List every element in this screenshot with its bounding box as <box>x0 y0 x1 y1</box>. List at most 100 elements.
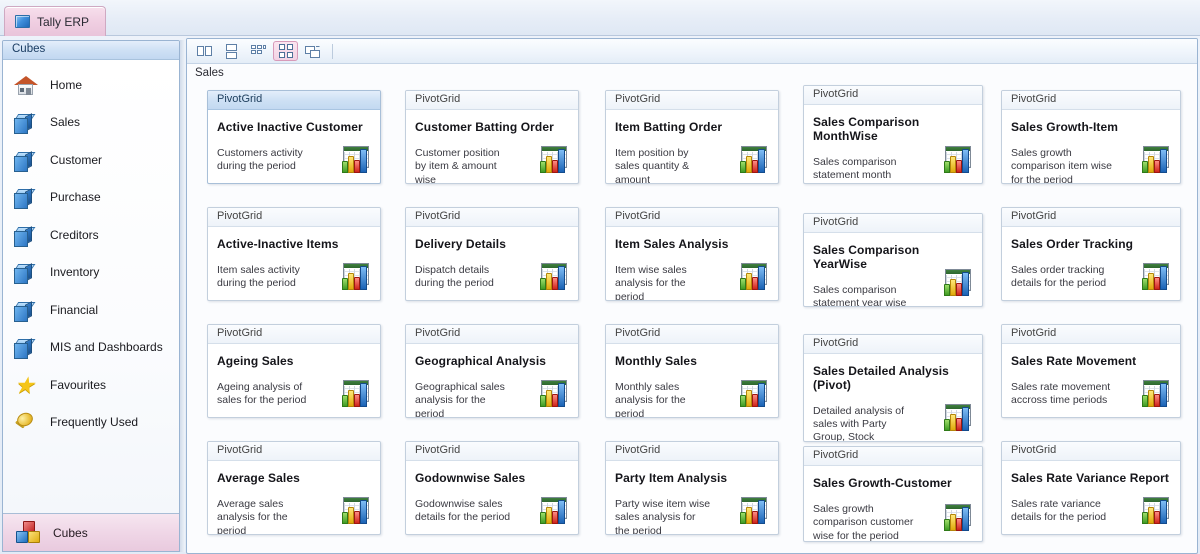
card-description: Sales growth comparison item wise for th… <box>1011 146 1112 184</box>
sidebar-item-customer[interactable]: Customer <box>3 141 179 179</box>
nav-pane-splitter[interactable] <box>180 40 185 552</box>
house-icon <box>13 72 39 98</box>
card-description: Item sales activity during the period <box>217 263 300 290</box>
pivot-chart-thumbnail-icon <box>1140 380 1170 408</box>
report-card[interactable]: PivotGrid Delivery Details Dispatch detail… <box>405 207 579 301</box>
card-description: Monthly sales analysis for the period <box>615 380 686 418</box>
card-body: Sales Growth-Customer Sales growth compar… <box>804 466 982 541</box>
card-title: Sales Growth-Item <box>1011 120 1119 134</box>
report-card[interactable]: PivotGrid Sales Rate Variance Report Sales… <box>1001 441 1181 535</box>
title-bar: Tally ERP <box>0 0 1200 36</box>
card-header: PivotGrid <box>406 208 578 227</box>
report-card[interactable]: PivotGrid Party Item Analysis Party wise i… <box>605 441 779 535</box>
card-body: Customer Batting Order Customer position … <box>406 110 578 183</box>
pivot-chart-thumbnail-icon <box>738 497 768 525</box>
report-card[interactable]: PivotGrid Ageing Sales Ageing analysis of … <box>207 324 381 418</box>
star-icon: ★ <box>14 371 35 398</box>
card-title: Sales Rate Movement <box>1011 354 1137 368</box>
report-card[interactable]: PivotGrid Godownwise Sales Godownwise sale… <box>405 441 579 535</box>
report-card[interactable]: PivotGrid Average Sales Average sales anal… <box>207 441 381 535</box>
card-title: Geographical Analysis <box>415 354 547 368</box>
pivot-chart-thumbnail-icon <box>942 504 972 532</box>
card-description: Item position by sales quantity & amount <box>615 146 690 184</box>
report-card[interactable]: PivotGrid Sales Detailed Analysis (Pivot)… <box>803 334 983 442</box>
card-body: Average Sales Average sales analysis for … <box>208 461 380 534</box>
card-body: Sales Growth-Item Sales growth comparison… <box>1002 110 1180 183</box>
report-card[interactable]: PivotGrid Sales Comparison YearWise Sales … <box>803 213 983 307</box>
card-header: PivotGrid <box>804 335 982 354</box>
card-grid: PivotGrid Active Inactive Customer Custome… <box>187 84 1197 546</box>
two-row-layout-icon[interactable] <box>219 41 244 61</box>
card-header: PivotGrid <box>1002 325 1180 344</box>
pivot-chart-thumbnail-icon <box>538 497 568 525</box>
report-card[interactable]: PivotGrid Sales Rate Movement Sales rate m… <box>1001 324 1181 418</box>
card-header: PivotGrid <box>406 325 578 344</box>
sidebar-item-sales[interactable]: Sales <box>3 104 179 142</box>
tab-tally-erp[interactable]: Tally ERP <box>4 6 107 36</box>
card-description: Sales comparison statement year wise <box>813 283 907 307</box>
pivot-chart-thumbnail-icon <box>340 380 370 408</box>
report-card[interactable]: PivotGrid Sales Order Tracking Sales order… <box>1001 207 1181 301</box>
card-description: Ageing analysis of sales for the period <box>217 380 307 407</box>
pivot-chart-thumbnail-icon <box>340 146 370 174</box>
card-body: Sales Rate Movement Sales rate movement a… <box>1002 344 1180 417</box>
pivot-chart-thumbnail-icon <box>538 380 568 408</box>
report-card[interactable]: PivotGrid Sales Comparison MonthWise Sales… <box>803 85 983 184</box>
card-body: Godownwise Sales Godownwise sales details… <box>406 461 578 534</box>
card-header: PivotGrid <box>208 325 380 344</box>
card-header: PivotGrid <box>208 91 380 110</box>
report-card[interactable]: PivotGrid Active-Inactive Items Item sales… <box>207 207 381 301</box>
large-tiles-layout-icon[interactable] <box>273 41 298 61</box>
card-body: Item Sales Analysis Item wise sales analy… <box>606 227 778 300</box>
report-card[interactable]: PivotGrid Customer Batting Order Customer … <box>405 90 579 184</box>
report-card[interactable]: PivotGrid Monthly Sales Monthly sales anal… <box>605 324 779 418</box>
card-description: Geographical sales analysis for the peri… <box>415 380 505 418</box>
card-body: Active Inactive Customer Customers activi… <box>208 110 380 183</box>
pivot-chart-thumbnail-icon <box>738 263 768 291</box>
sidebar-item-mis-and-dashboards[interactable]: MIS and Dashboards <box>3 329 179 367</box>
card-title: Godownwise Sales <box>415 471 526 485</box>
pivot-chart-thumbnail-icon <box>340 263 370 291</box>
tab-label: Tally ERP <box>37 14 90 29</box>
card-header: PivotGrid <box>606 325 778 344</box>
multi-cube-icon <box>15 520 41 546</box>
sidebar-item-creditors[interactable]: Creditors <box>3 216 179 254</box>
small-tiles-layout-icon[interactable] <box>246 41 271 61</box>
card-title: Party Item Analysis <box>615 471 728 485</box>
blue-cube-icon <box>15 15 30 28</box>
sidebar-group-label: Cubes <box>53 525 88 540</box>
card-title: Item Sales Analysis <box>615 237 729 251</box>
sidebar-group-button-cubes[interactable]: Cubes <box>3 513 179 551</box>
card-header: PivotGrid <box>1002 208 1180 227</box>
report-card[interactable]: PivotGrid Item Batting Order Item position… <box>605 90 779 184</box>
card-title: Active-Inactive Items <box>217 237 339 251</box>
sidebar-item-favourites[interactable]: ★ Favourites <box>3 366 179 404</box>
detail-layout-icon[interactable] <box>300 41 325 61</box>
sidebar-item-frequently-used[interactable]: Frequently Used <box>3 404 179 442</box>
report-card[interactable]: PivotGrid Active Inactive Customer Custome… <box>207 90 381 184</box>
sidebar-item-inventory[interactable]: Inventory <box>3 254 179 292</box>
report-card[interactable]: PivotGrid Sales Growth-Item Sales growth c… <box>1001 90 1181 184</box>
card-description: Customer position by item & amount wise <box>415 146 500 184</box>
card-header: PivotGrid <box>1002 442 1180 461</box>
sidebar-item-label: Financial <box>50 302 99 317</box>
card-description: Dispatch details during the period <box>415 263 494 290</box>
card-description: Party wise item wise sales analysis for … <box>615 497 711 535</box>
card-title: Sales Detailed Analysis (Pivot) <box>813 364 949 392</box>
card-title: Sales Comparison MonthWise <box>813 115 920 143</box>
sidebar-item-label: Home <box>50 77 83 92</box>
report-card[interactable]: PivotGrid Geographical Analysis Geographic… <box>405 324 579 418</box>
pivot-chart-thumbnail-icon <box>942 146 972 174</box>
sidebar-item-label: Customer <box>50 152 103 167</box>
two-column-layout-icon[interactable] <box>192 41 217 61</box>
card-description: Average sales analysis for the period <box>217 497 288 535</box>
sidebar-item-purchase[interactable]: Purchase <box>3 179 179 217</box>
pivot-chart-thumbnail-icon <box>1140 263 1170 291</box>
report-card[interactable]: PivotGrid Sales Growth-Customer Sales grow… <box>803 446 983 542</box>
card-title: Monthly Sales <box>615 354 697 368</box>
navigation-pane: Cubes Home Sales Customer Purchase Credi… <box>2 40 180 552</box>
pivot-chart-thumbnail-icon <box>942 404 972 432</box>
sidebar-item-home[interactable]: Home <box>3 66 179 104</box>
report-card[interactable]: PivotGrid Item Sales Analysis Item wise sa… <box>605 207 779 301</box>
sidebar-item-financial[interactable]: Financial <box>3 291 179 329</box>
